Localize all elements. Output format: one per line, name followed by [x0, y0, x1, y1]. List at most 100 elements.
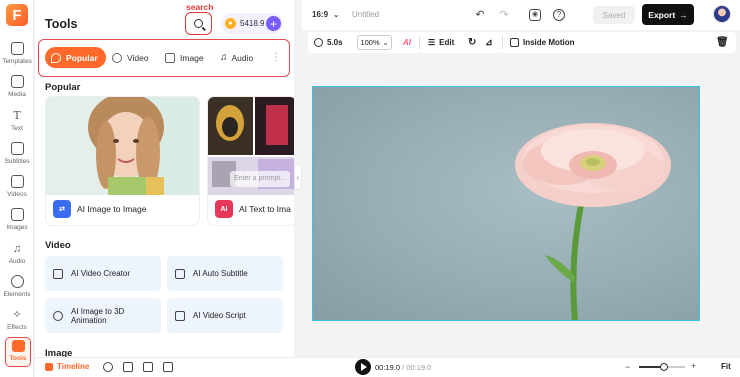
card-footer: ⇄ AI Image to Image — [46, 193, 199, 225]
tab-label: Popular — [66, 52, 98, 63]
timeline-icon — [45, 362, 53, 371]
text-icon: T — [13, 109, 21, 122]
trash-icon[interactable]: 🗑 — [716, 36, 729, 49]
tool-ai-auto-subtitle[interactable]: AI Auto Subtitle — [167, 256, 283, 291]
flip-icon[interactable]: ⊿ — [485, 36, 493, 49]
tool-ai-video-creator[interactable]: AI Video Creator — [45, 256, 161, 291]
auto-subtitle-icon — [175, 268, 185, 279]
video-icon — [112, 52, 122, 63]
rail-item-videos[interactable]: Videos — [0, 173, 34, 203]
duration-control[interactable]: 5.0s — [314, 36, 343, 49]
redo-icon[interactable]: ↷ — [498, 9, 510, 21]
divider — [502, 36, 503, 49]
fit-button[interactable]: Fit — [721, 362, 731, 371]
canvas-toolbar: 5.0s 100% ⌄ AI ☰ Edit ↻ ⊿ Inside Motion … — [308, 32, 736, 53]
rail-label: Media — [8, 91, 26, 98]
total-time: 00:19.0 — [406, 363, 432, 372]
tool-card-ai-image-to-image[interactable]: ⇄ AI Image to Image — [45, 96, 200, 226]
tab-label: Audio — [231, 52, 254, 63]
zoom-out-icon[interactable]: − — [625, 362, 630, 372]
images-icon — [10, 208, 24, 221]
zoom-dropdown[interactable]: 100% ⌄ — [357, 35, 392, 50]
tool-ai-video-script[interactable]: AI Video Script — [167, 298, 283, 333]
search-annotation: search — [186, 2, 214, 12]
left-rail: F Templates Media T Text Subtitles Video… — [0, 0, 34, 377]
screen-record-icon[interactable]: ◉ — [529, 9, 541, 21]
tool-label: AI Video Script — [193, 311, 246, 320]
project-name[interactable]: Untitled — [352, 10, 379, 19]
timeline-zoom-slider[interactable] — [639, 363, 685, 371]
rail-item-images[interactable]: Images — [0, 206, 34, 236]
zoom-in-icon[interactable]: + — [691, 361, 696, 371]
image-to-image-icon: ⇄ — [53, 200, 71, 218]
rail-item-effects[interactable]: ✧ Effects — [0, 306, 34, 336]
tools-panel: Tools search ● 5418.9 + Popular Video Im… — [35, 0, 294, 357]
app-logo[interactable]: F — [6, 4, 28, 26]
rail-item-text[interactable]: T Text — [0, 107, 34, 137]
bottom-bar: Timeline 00:19.0 / 00:19.0 − + Fit — [35, 357, 740, 377]
add-clip-icon[interactable] — [103, 362, 113, 372]
edit-label: Edit — [439, 38, 455, 47]
templates-icon — [10, 42, 24, 55]
tool-card-ai-text-to-image[interactable]: Enter a prompt... AI AI Text to Ima — [207, 96, 294, 226]
coin-icon: ● — [225, 18, 236, 29]
add-credits-button[interactable]: + — [266, 16, 281, 31]
rail-item-subtitles[interactable]: Subtitles — [0, 140, 34, 170]
slider-knob[interactable] — [660, 363, 669, 371]
edit-button[interactable]: ☰ Edit — [428, 36, 454, 49]
panel-title: Tools — [45, 17, 78, 31]
inside-motion-button[interactable]: Inside Motion — [510, 36, 575, 49]
tab-video[interactable]: Video — [112, 47, 149, 68]
play-button[interactable] — [355, 359, 371, 375]
tool-label: AI Video Creator — [71, 269, 130, 278]
tab-popular[interactable]: Popular — [45, 47, 106, 68]
ai-tools-button[interactable]: AI — [403, 36, 411, 49]
timeline-toggle[interactable]: Timeline — [45, 362, 89, 371]
rail-label: Images — [6, 224, 28, 231]
tab-image[interactable]: Image — [165, 47, 204, 68]
tab-audio[interactable]: ♫ Audio — [220, 47, 253, 68]
inside-motion-label: Inside Motion — [523, 38, 575, 47]
rotate-icon[interactable]: ↻ — [468, 36, 476, 49]
card-label: AI Image to Image — [77, 204, 147, 214]
rail-item-audio[interactable]: ♫ Audio — [0, 240, 34, 270]
saved-status: Saved — [593, 6, 635, 24]
3d-animation-icon — [53, 310, 63, 321]
rail-item-templates[interactable]: Templates — [0, 40, 34, 70]
tool-category-tabs: Popular Video Image ♫ Audio ⋮ — [38, 39, 290, 77]
playback-time: 00:19.0 / 00:19.0 — [375, 363, 431, 372]
credits-value: 5418.9 — [240, 19, 265, 28]
collapse-panel-handle[interactable]: ‹ — [294, 164, 302, 190]
audio-icon: ♫ — [12, 242, 22, 255]
rail-item-elements[interactable]: Elements — [0, 273, 34, 303]
tool-ai-image-to-3d-animation[interactable]: AI Image to 3D Animation — [45, 298, 161, 333]
undo-icon[interactable]: ↶ — [474, 9, 486, 21]
credits-badge[interactable]: ● 5418.9 + — [221, 13, 283, 34]
user-avatar[interactable] — [713, 5, 731, 23]
zoom-value: 100% — [360, 38, 380, 47]
export-button[interactable]: Export → — [642, 4, 694, 25]
clock-icon — [314, 38, 323, 47]
girl-portrait-thumbnail — [46, 97, 199, 195]
top-bar: 16:9 ⌄ Untitled ↶ ↷ ◉ ? Saved Export → — [302, 0, 740, 30]
chevron-down-icon: ⌄ — [333, 12, 340, 19]
section-heading-popular: Popular — [45, 82, 81, 93]
text-to-image-icon: AI — [215, 200, 233, 218]
rail-item-tools[interactable]: Tools — [5, 337, 31, 367]
help-icon[interactable]: ? — [553, 9, 565, 21]
delete-icon[interactable] — [163, 362, 173, 372]
rail-label: Text — [11, 125, 23, 132]
search-icon — [194, 19, 203, 28]
rail-label: Audio — [8, 258, 26, 265]
more-tabs-icon[interactable]: ⋮ — [271, 47, 281, 68]
search-button[interactable] — [185, 12, 212, 35]
rail-item-media[interactable]: Media — [0, 73, 34, 103]
canvas-image-flower[interactable] — [312, 86, 700, 321]
section-heading-video: Video — [45, 240, 71, 251]
rail-label: Templates — [2, 58, 32, 65]
split-icon[interactable] — [123, 362, 133, 372]
video-script-icon — [175, 310, 185, 321]
tool-label: AI Auto Subtitle — [193, 269, 248, 278]
duplicate-icon[interactable] — [143, 362, 153, 372]
aspect-ratio-dropdown[interactable]: 16:9 ⌄ — [312, 10, 339, 19]
